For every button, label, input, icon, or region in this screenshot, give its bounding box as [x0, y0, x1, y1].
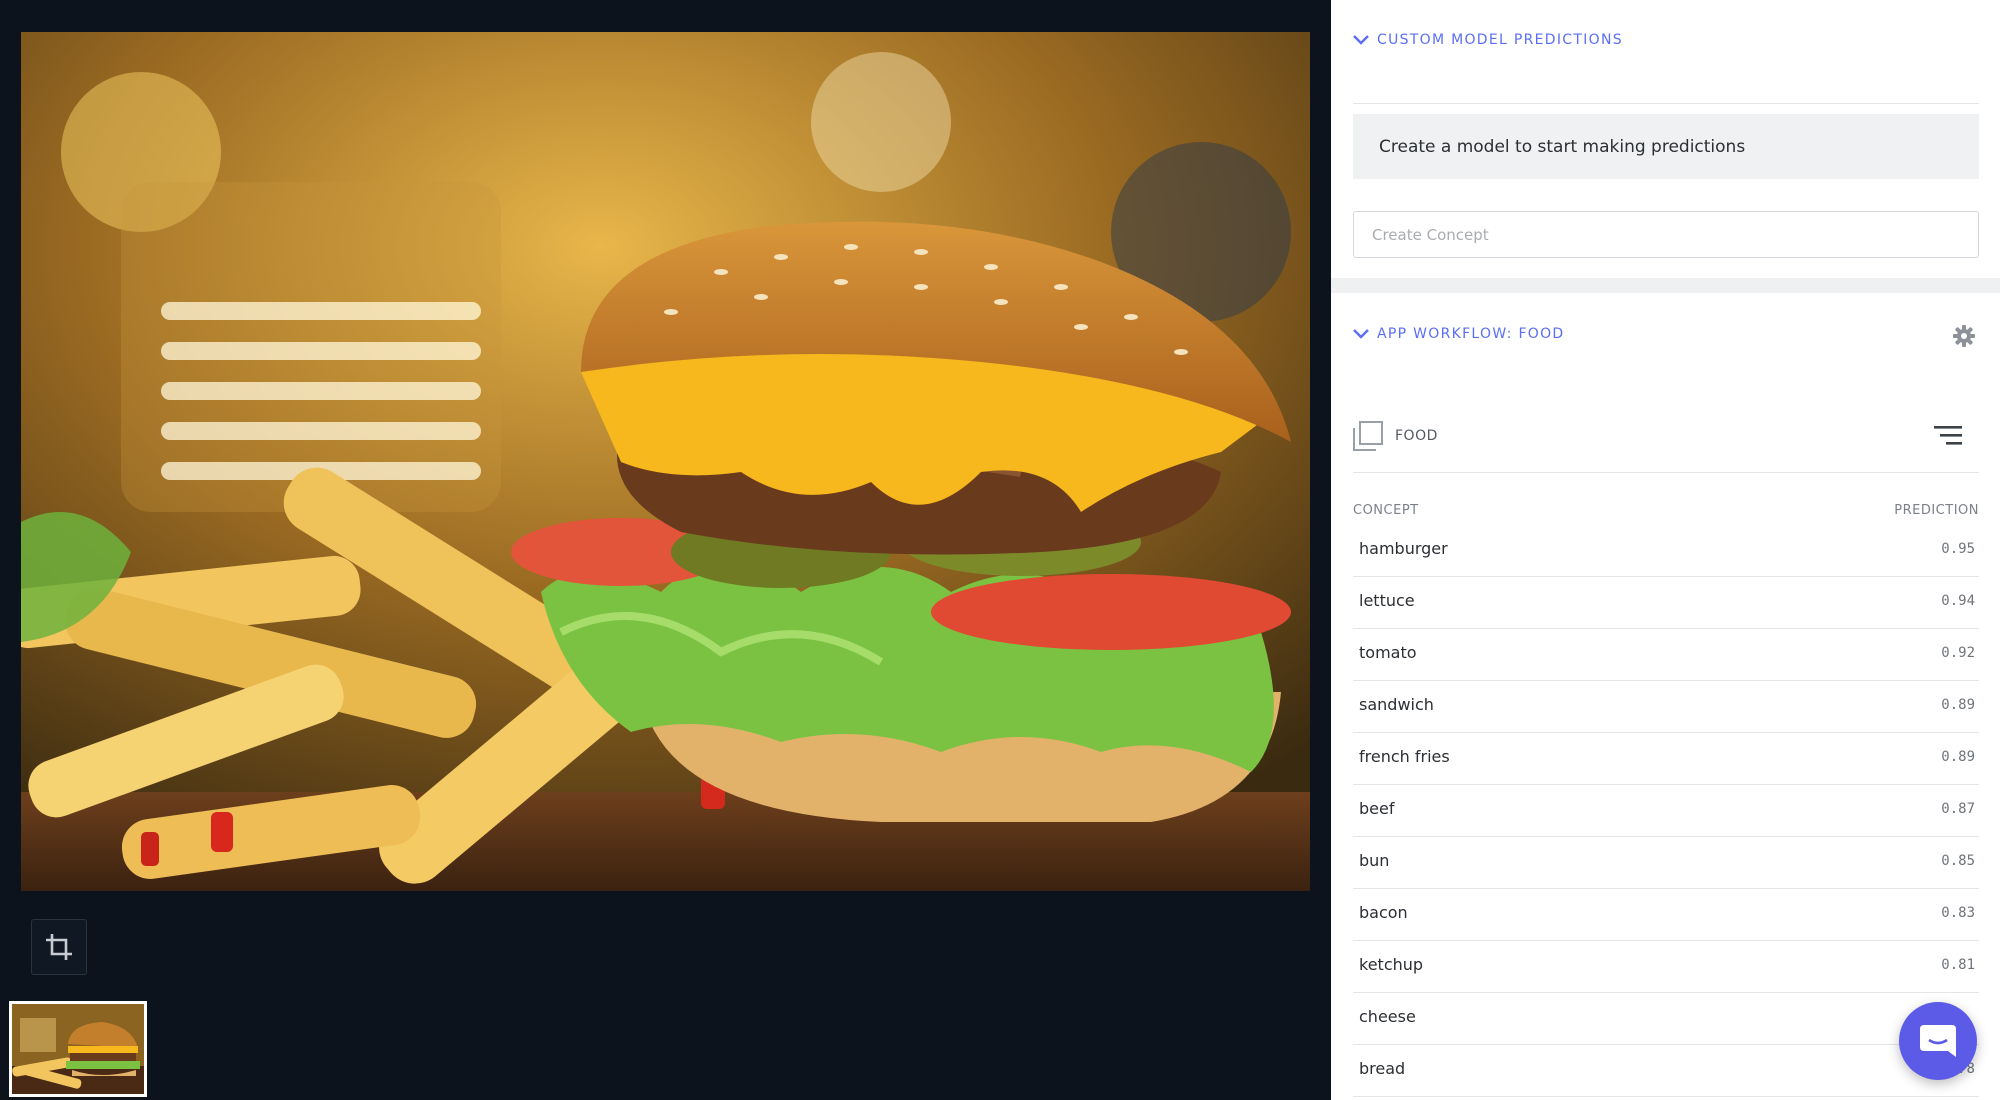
concept-name: french fries	[1359, 747, 1450, 766]
concept-name: sandwich	[1359, 695, 1434, 714]
model-header: FOOD	[1353, 418, 1979, 454]
model-stack-icon	[1353, 421, 1383, 451]
prediction-value: 0.87	[1941, 801, 1975, 817]
chevron-down-icon	[1353, 35, 1369, 45]
chat-bubble-icon	[1920, 1025, 1956, 1057]
prediction-value: 0.89	[1941, 697, 1975, 713]
prediction-row[interactable]: bacon 0.83	[1353, 889, 1979, 941]
app-workflow-title: APP WORKFLOW: FOOD	[1377, 326, 1565, 342]
divider	[1353, 103, 1979, 104]
custom-model-predictions-toggle[interactable]: CUSTOM MODEL PREDICTIONS	[1353, 32, 1623, 48]
image-viewer	[0, 0, 1331, 1100]
divider	[1353, 472, 1979, 473]
concept-name: beef	[1359, 799, 1395, 818]
prediction-row[interactable]: cheese	[1353, 993, 1979, 1045]
prediction-row[interactable]: french fries 0.89	[1353, 733, 1979, 785]
gear-icon	[1953, 325, 1975, 347]
custom-model-predictions-title: CUSTOM MODEL PREDICTIONS	[1377, 32, 1623, 48]
crop-icon	[46, 934, 72, 960]
prediction-row[interactable]: bun 0.85	[1353, 837, 1979, 889]
thumbnail-photo	[12, 1004, 144, 1094]
prediction-value: 0.85	[1941, 853, 1975, 869]
prediction-value: 0.81	[1941, 957, 1975, 973]
concept-name: hamburger	[1359, 539, 1448, 558]
prediction-row[interactable]: hamburger 0.95	[1353, 525, 1979, 577]
concept-name: tomato	[1359, 643, 1417, 662]
concept-name: bun	[1359, 851, 1390, 870]
prediction-value: 0.94	[1941, 593, 1975, 609]
predictions-panel: CUSTOM MODEL PREDICTIONS Create a model …	[1331, 0, 2000, 1100]
concept-name: ketchup	[1359, 955, 1424, 974]
prediction-value: 0.83	[1941, 905, 1975, 921]
sort-lines-icon	[1934, 426, 1962, 445]
prediction-row[interactable]: ketchup 0.81	[1353, 941, 1979, 993]
model-name: FOOD	[1395, 428, 1438, 444]
empty-model-message-text: Create a model to start making predictio…	[1379, 136, 1746, 157]
chat-support-button[interactable]	[1899, 1002, 1977, 1080]
main-image	[21, 32, 1310, 891]
burger-photo	[21, 32, 1310, 891]
prediction-column-header: PREDICTION	[1894, 503, 1979, 518]
prediction-row[interactable]: lettuce 0.94	[1353, 577, 1979, 629]
prediction-row[interactable]: beef 0.87	[1353, 785, 1979, 837]
prediction-list: hamburger 0.95 lettuce 0.94 tomato 0.92 …	[1353, 525, 1979, 1097]
concept-name: bacon	[1359, 903, 1408, 922]
prediction-value: 0.95	[1941, 541, 1975, 557]
chevron-down-icon	[1353, 329, 1369, 339]
create-concept-input[interactable]	[1353, 211, 1979, 258]
prediction-row[interactable]: tomato 0.92	[1353, 629, 1979, 681]
workflow-settings-button[interactable]	[1952, 324, 1976, 352]
concept-column-header: CONCEPT	[1353, 503, 1419, 518]
concept-name: bread	[1359, 1059, 1406, 1078]
image-thumbnail[interactable]	[9, 1001, 147, 1097]
empty-model-message: Create a model to start making predictio…	[1353, 114, 1979, 179]
prediction-row[interactable]: sandwich 0.89	[1353, 681, 1979, 733]
prediction-value: 0.92	[1941, 645, 1975, 661]
concept-name: lettuce	[1359, 591, 1415, 610]
prediction-value: 0.89	[1941, 749, 1975, 765]
app-workflow-toggle[interactable]: APP WORKFLOW: FOOD	[1353, 326, 1565, 342]
crop-button[interactable]	[31, 919, 87, 975]
concept-name: cheese	[1359, 1007, 1416, 1026]
sort-menu-button[interactable]	[1934, 425, 1962, 451]
prediction-row[interactable]: bread .78	[1353, 1045, 1979, 1097]
section-separator	[1331, 278, 2000, 293]
